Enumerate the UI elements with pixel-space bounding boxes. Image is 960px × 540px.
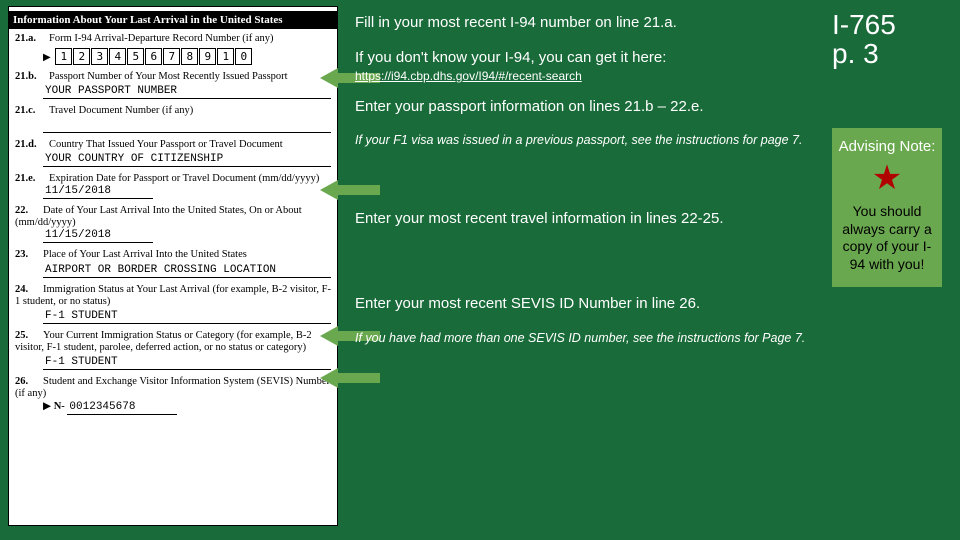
row-24: 24.Immigration Status at Your Last Arriv…: [15, 284, 331, 324]
instruction-1: Fill in your most recent I-94 number on …: [355, 14, 815, 31]
row-25: 25.Your Current Immigration Status or Ca…: [15, 330, 331, 370]
row-21a: 21.a.Form I-94 Arrival-Departure Record …: [15, 33, 331, 65]
i94-boxes: ▶ 12345678910: [43, 48, 331, 65]
instruction-2: If you don't know your I-94, you can get…: [355, 49, 815, 84]
instruction-5: Enter your most recent SEVIS ID Number i…: [355, 295, 815, 312]
row-21b: 21.b.Passport Number of Your Most Recent…: [15, 71, 331, 99]
row-22: 22.Date of Your Last Arrival Into the Un…: [15, 205, 331, 243]
arrow-icon: [320, 370, 380, 386]
i94-link[interactable]: https://i94.cbp.dhs.gov/I94/#/recent-sea…: [355, 69, 582, 83]
page-title: I-765 p. 3: [832, 10, 942, 69]
form-section-header: Information About Your Last Arrival in t…: [9, 11, 337, 29]
form-excerpt: Information About Your Last Arrival in t…: [8, 6, 338, 526]
instruction-note-2: If you have had more than one SEVIS ID n…: [355, 331, 815, 346]
row-23: 23.Place of Your Last Arrival Into the U…: [15, 249, 331, 277]
instruction-column: Fill in your most recent I-94 number on …: [355, 14, 815, 368]
advising-note-title: Advising Note:: [838, 138, 936, 155]
advising-note-body: You should always carry a copy of your I…: [838, 203, 936, 273]
row-21c: 21.c.Travel Document Number (if any): [15, 105, 331, 133]
row-26: 26.Student and Exchange Visitor Informat…: [15, 376, 331, 415]
advising-note-panel: Advising Note: ★ You should always carry…: [832, 128, 942, 287]
row-21d: 21.d.Country That Issued Your Passport o…: [15, 139, 331, 167]
instruction-4: Enter your most recent travel informatio…: [355, 210, 815, 227]
instruction-3: Enter your passport information on lines…: [355, 98, 815, 115]
instruction-note-1: If your F1 visa was issued in a previous…: [355, 133, 815, 148]
row-21e: 21.e.Expiration Date for Passport or Tra…: [15, 173, 331, 199]
star-icon: ★: [838, 161, 936, 195]
